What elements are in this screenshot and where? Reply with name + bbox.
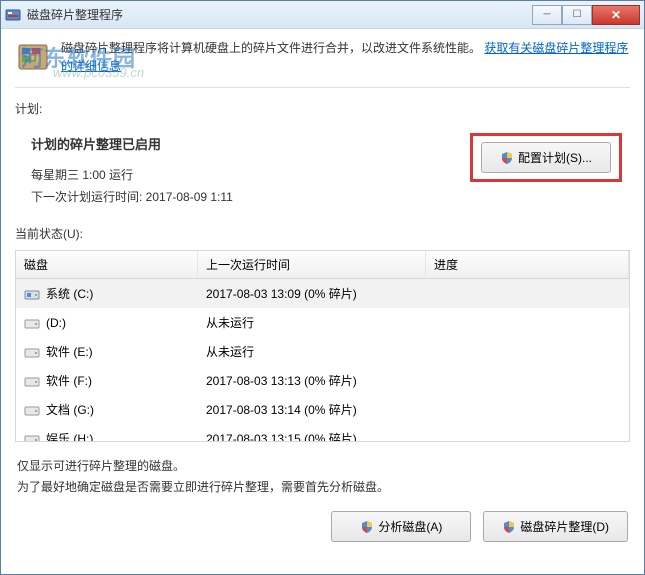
action-bar: 分析磁盘(A) 磁盘碎片整理(D) [1, 501, 644, 542]
analyze-disk-button[interactable]: 分析磁盘(A) [331, 511, 471, 542]
column-header-disk[interactable]: 磁盘 [16, 251, 198, 278]
highlight-annotation: 配置计划(S)... [470, 133, 622, 182]
system-drive-icon [24, 287, 40, 301]
progress-cell [426, 379, 629, 383]
window-frame: 磁盘碎片整理程序 ─ ☐ ✕ 磁盘碎片整理程序将计算机硬盘上的碎片文件进行合并，… [0, 0, 645, 575]
defrag-btn-label: 磁盘碎片整理(D) [520, 518, 609, 535]
defrag-icon [15, 39, 51, 75]
content-area: 磁盘碎片整理程序将计算机硬盘上的碎片文件进行合并，以改进文件系统性能。 获取有关… [1, 29, 644, 574]
disk-cell: 系统 (C:) [16, 283, 198, 304]
progress-cell [426, 437, 629, 441]
table-row[interactable]: 系统 (C:) 2017-08-03 13:09 (0% 碎片) [16, 279, 629, 308]
window-title: 磁盘碎片整理程序 [27, 6, 532, 23]
progress-cell [426, 292, 629, 296]
disk-cell: 文档 (G:) [16, 399, 198, 420]
disk-name: 文档 (G:) [46, 401, 94, 418]
disk-cell: 软件 (F:) [16, 370, 198, 391]
table-row[interactable]: 软件 (E:) 从未运行 [16, 337, 629, 366]
column-header-lastrun[interactable]: 上一次运行时间 [198, 251, 426, 278]
schedule-time: 每星期三 1:00 运行 [31, 164, 233, 187]
maximize-button[interactable]: ☐ [562, 5, 592, 25]
configure-schedule-button[interactable]: 配置计划(S)... [481, 142, 611, 173]
lastrun-cell: 2017-08-03 13:15 (0% 碎片) [198, 428, 426, 442]
schedule-section-label: 计划: [1, 92, 644, 121]
progress-cell [426, 350, 629, 354]
drive-icon [24, 403, 40, 417]
titlebar[interactable]: 磁盘碎片整理程序 ─ ☐ ✕ [1, 1, 644, 29]
analyze-btn-label: 分析磁盘(A) [378, 518, 442, 535]
minimize-button[interactable]: ─ [532, 5, 562, 25]
schedule-next-run: 下一次计划运行时间: 2017-08-09 1:11 [31, 186, 233, 209]
header-desc-text: 磁盘碎片整理程序将计算机硬盘上的碎片文件进行合并，以改进文件系统性能。 [61, 41, 481, 55]
lastrun-cell: 2017-08-03 13:09 (0% 碎片) [198, 283, 426, 304]
drive-icon [24, 345, 40, 359]
header-section: 磁盘碎片整理程序将计算机硬盘上的碎片文件进行合并，以改进文件系统性能。 获取有关… [1, 29, 644, 83]
drive-icon [24, 432, 40, 443]
shield-icon [500, 151, 514, 165]
table-row[interactable]: 文档 (G:) 2017-08-03 13:14 (0% 碎片) [16, 395, 629, 424]
divider [15, 87, 630, 88]
status-section-label: 当前状态(U): [1, 217, 644, 246]
disk-name: 系统 (C:) [46, 285, 93, 302]
footer-text: 仅显示可进行碎片整理的磁盘。 为了最好地确定磁盘是否需要立即进行碎片整理，需要首… [1, 446, 644, 501]
table-row[interactable]: 软件 (F:) 2017-08-03 13:13 (0% 碎片) [16, 366, 629, 395]
shield-icon [502, 520, 516, 534]
table-header: 磁盘 上一次运行时间 进度 [16, 251, 629, 279]
footer-line2: 为了最好地确定磁盘是否需要立即进行碎片整理，需要首先分析磁盘。 [17, 477, 628, 497]
window-controls: ─ ☐ ✕ [532, 5, 640, 25]
table-row[interactable]: 娱乐 (H:) 2017-08-03 13:15 (0% 碎片) [16, 424, 629, 442]
lastrun-cell: 从未运行 [198, 312, 426, 333]
disk-cell: 娱乐 (H:) [16, 428, 198, 442]
app-icon-small [5, 7, 21, 23]
defrag-disk-button[interactable]: 磁盘碎片整理(D) [483, 511, 628, 542]
progress-cell [426, 408, 629, 412]
disk-name: 软件 (E:) [46, 343, 93, 360]
table-body: 系统 (C:)2017-08-03 13:09 (0% 碎片)(D:)从未运行软… [16, 279, 629, 442]
disk-name: (D:) [46, 316, 66, 330]
lastrun-cell: 2017-08-03 13:13 (0% 碎片) [198, 370, 426, 391]
configure-btn-label: 配置计划(S)... [518, 149, 592, 166]
column-header-progress[interactable]: 进度 [426, 251, 629, 278]
disk-cell: 软件 (E:) [16, 341, 198, 362]
footer-line1: 仅显示可进行碎片整理的磁盘。 [17, 456, 628, 476]
disk-table: 磁盘 上一次运行时间 进度 系统 (C:) 2017-08-03 13:09 (0… [15, 250, 630, 442]
disk-name: 娱乐 (H:) [46, 430, 93, 442]
progress-cell [426, 321, 629, 325]
lastrun-cell: 2017-08-03 13:14 (0% 碎片) [198, 399, 426, 420]
close-button[interactable]: ✕ [592, 5, 640, 25]
header-description: 磁盘碎片整理程序将计算机硬盘上的碎片文件进行合并，以改进文件系统性能。 获取有关… [61, 39, 630, 75]
lastrun-cell: 从未运行 [198, 341, 426, 362]
schedule-box: 计划的碎片整理已启用 每星期三 1:00 运行 下一次计划运行时间: 2017-… [1, 121, 644, 217]
drive-icon [24, 374, 40, 388]
table-row[interactable]: (D:) 从未运行 [16, 308, 629, 337]
schedule-status-title: 计划的碎片整理已启用 [31, 133, 233, 158]
disk-cell: (D:) [16, 314, 198, 332]
shield-icon [360, 520, 374, 534]
drive-icon [24, 316, 40, 330]
disk-name: 软件 (F:) [46, 372, 92, 389]
schedule-info: 计划的碎片整理已启用 每星期三 1:00 运行 下一次计划运行时间: 2017-… [31, 133, 233, 209]
